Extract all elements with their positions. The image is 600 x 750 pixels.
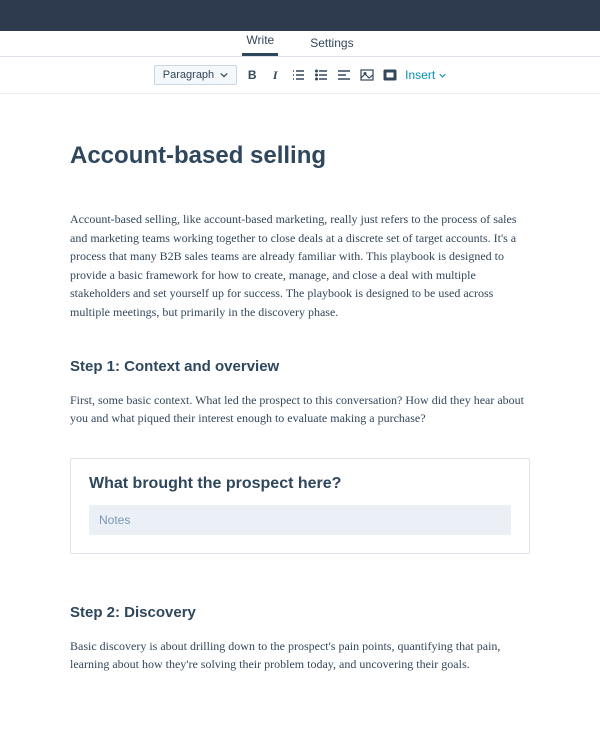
bullet-list-icon[interactable] xyxy=(314,68,328,82)
step1-body: First, some basic context. What led the … xyxy=(70,391,530,428)
prospect-card: What brought the prospect here? Notes xyxy=(70,458,530,554)
paragraph-dropdown-label: Paragraph xyxy=(163,69,214,81)
notes-input[interactable]: Notes xyxy=(89,505,511,535)
app-topbar xyxy=(0,0,600,31)
italic-icon[interactable]: I xyxy=(268,68,282,82)
numbered-list-icon[interactable] xyxy=(291,68,305,82)
insert-dropdown[interactable]: Insert xyxy=(405,68,446,82)
chevron-down-icon xyxy=(220,71,228,79)
paragraph-dropdown[interactable]: Paragraph xyxy=(154,65,237,85)
step1-heading: Step 1: Context and overview xyxy=(70,358,530,375)
insert-label: Insert xyxy=(405,68,435,82)
align-icon[interactable] xyxy=(337,68,351,82)
tab-settings[interactable]: Settings xyxy=(306,36,357,56)
intro-paragraph: Account-based selling, like account-base… xyxy=(70,210,530,322)
tab-write[interactable]: Write xyxy=(242,33,278,56)
step2-heading: Step 2: Discovery xyxy=(70,604,530,621)
embed-icon[interactable] xyxy=(383,68,397,82)
chevron-down-icon xyxy=(439,72,446,79)
step2-body: Basic discovery is about drilling down t… xyxy=(70,637,530,674)
page-title: Account-based selling xyxy=(70,142,530,170)
formatting-tools: B I xyxy=(245,68,397,82)
image-icon[interactable] xyxy=(360,68,374,82)
editor-toolbar: Paragraph B I Insert xyxy=(0,57,600,94)
prospect-card-title: What brought the prospect here? xyxy=(89,475,511,493)
document-content: Account-based selling Account-based sell… xyxy=(70,94,530,750)
tab-bar: Write Settings xyxy=(0,31,600,57)
bold-icon[interactable]: B xyxy=(245,68,259,82)
